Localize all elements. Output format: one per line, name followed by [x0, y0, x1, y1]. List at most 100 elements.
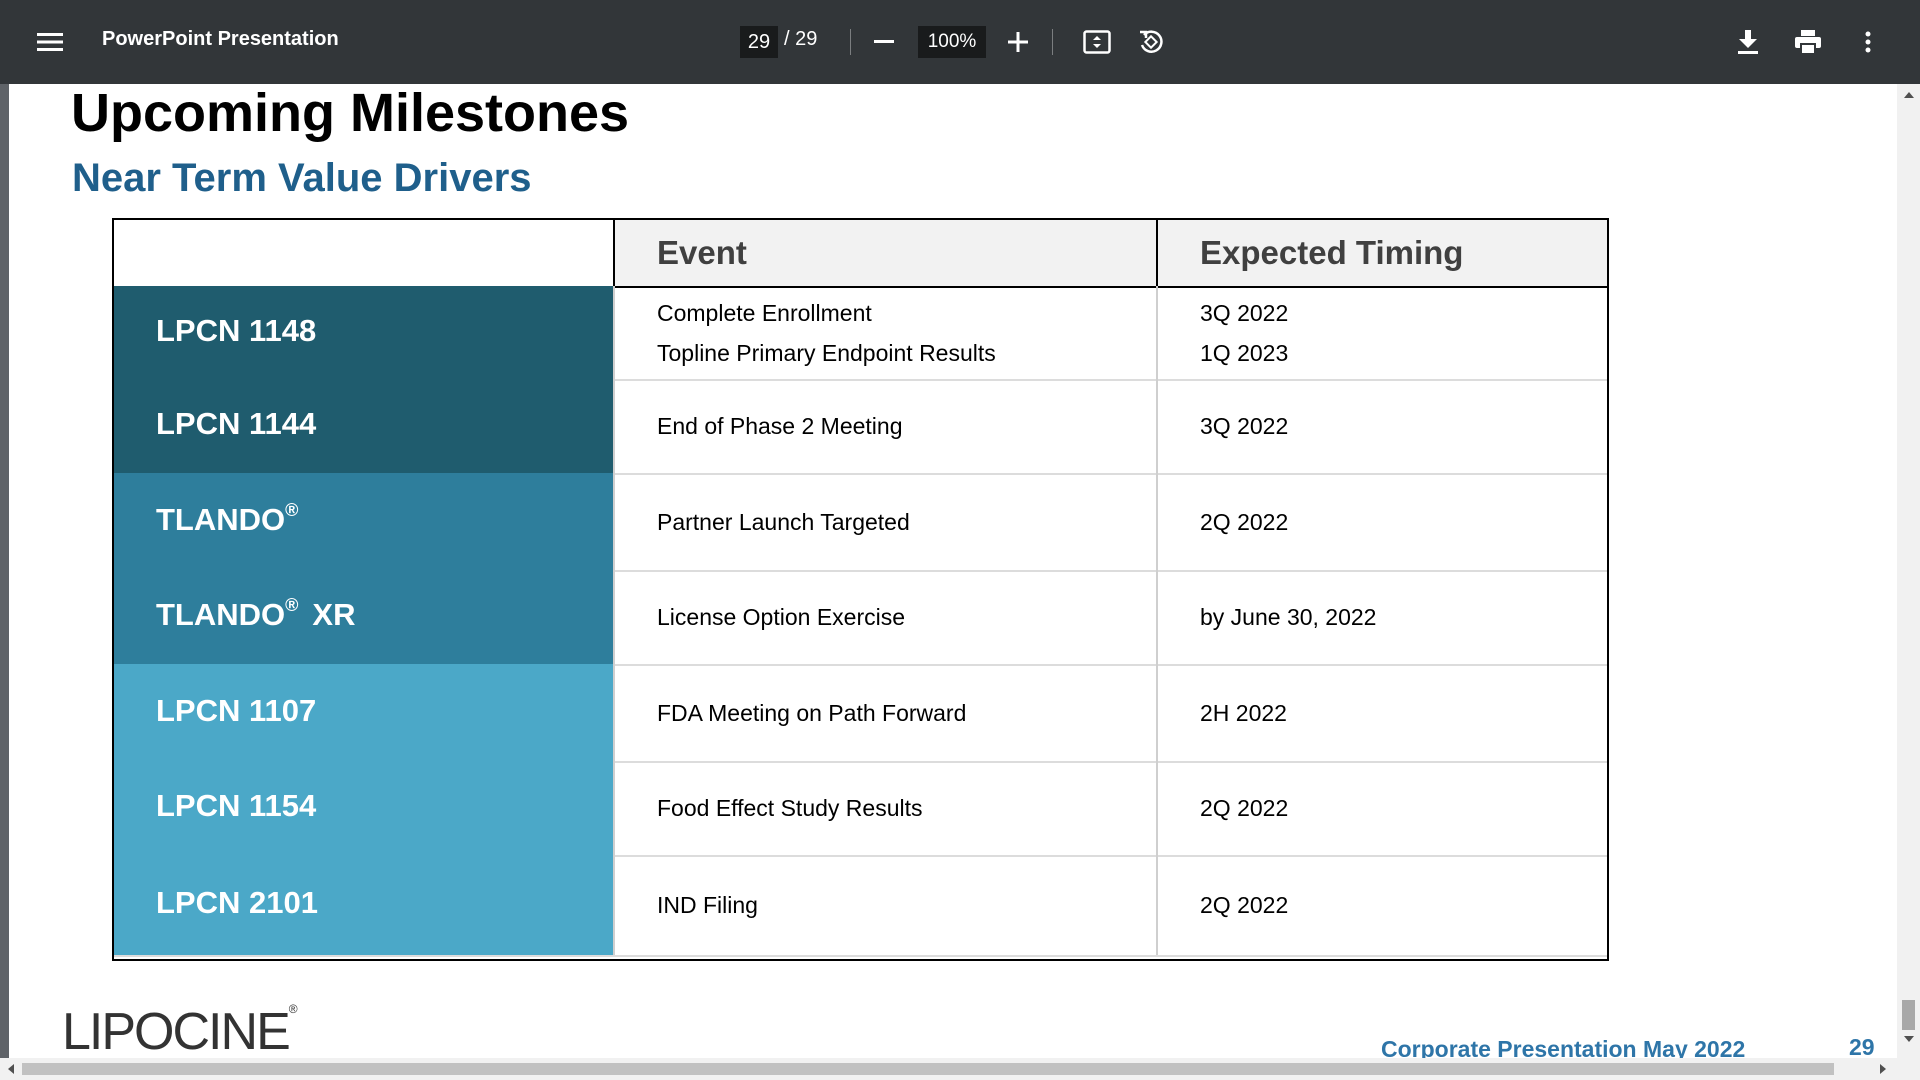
header-cell-blank — [114, 220, 613, 286]
product-name: TLANDO® XR — [156, 595, 356, 633]
slide-title: Upcoming Milestones — [71, 84, 630, 143]
table-row: LPCN 2101 IND Filing 2Q 2022 — [114, 855, 1607, 957]
product-name: LPCN 1144 — [156, 406, 316, 442]
product-name: TLANDO® — [156, 499, 299, 538]
timing-cell: 2H 2022 — [1156, 664, 1607, 761]
product-name: LPCN 1154 — [156, 788, 316, 824]
more-vertical-icon[interactable] — [1854, 28, 1882, 56]
timing-cell: 2Q 2022 — [1156, 855, 1607, 955]
product-name: LPCN 2101 — [156, 885, 318, 921]
page-number-input[interactable]: 29 — [740, 26, 778, 58]
product-label: LPCN 1144 — [156, 406, 317, 441]
timing-text: 3Q 2022 — [1200, 299, 1289, 326]
timing-text: 2H 2022 — [1200, 699, 1287, 726]
toolbar-divider — [1052, 29, 1053, 55]
scroll-up-arrow-icon[interactable] — [1904, 92, 1914, 98]
table-row: LPCN 1107 FDA Meeting on Path Forward 2H 2… — [114, 664, 1607, 763]
product-cell: TLANDO® XR — [114, 570, 613, 664]
registered-mark: ® — [285, 499, 299, 520]
event-text: Topline Primary Endpoint Results — [657, 339, 996, 366]
pdf-page: Upcoming Milestones Near Term Value Driv… — [9, 84, 1897, 1058]
download-icon[interactable] — [1734, 28, 1762, 56]
timing-text: by June 30, 2022 — [1200, 604, 1377, 630]
product-label: TLANDO — [156, 597, 286, 632]
event-cell: IND Filing — [613, 855, 1156, 955]
rotate-icon[interactable] — [1136, 27, 1166, 57]
event-text: Complete Enrollment — [657, 299, 872, 326]
product-cell: LPCN 1144 — [114, 379, 613, 473]
footer-text: Corporate Presentation May 2022 — [1381, 1036, 1746, 1058]
product-suffix: XR — [312, 597, 356, 632]
event-text: License Option Exercise — [657, 604, 906, 630]
table-row: LPCN 1144 End of Phase 2 Meeting 3Q 2022 — [114, 379, 1607, 475]
table-row: TLANDO® Partner Launch Targeted 2Q 2022 — [114, 473, 1607, 572]
logo-text: LIPOCIN — [62, 1003, 258, 1058]
zoom-level-input[interactable]: 100% — [918, 26, 986, 58]
slide-page-number: 29 — [1849, 1034, 1875, 1058]
fit-to-page-icon[interactable] — [1082, 28, 1112, 56]
toolbar-divider — [850, 29, 851, 55]
timing-cell: by June 30, 2022 — [1156, 570, 1607, 664]
plus-icon[interactable] — [1004, 28, 1032, 56]
timing-text: 2Q 2022 — [1200, 892, 1289, 918]
table-row: LPCN 1154 Food Effect Study Results 2Q 202… — [114, 761, 1607, 857]
product-label: LPCN 1154 — [156, 788, 317, 823]
print-icon[interactable] — [1793, 28, 1823, 56]
pdf-toolbar: PowerPoint Presentation 29 / 29 100% — [0, 0, 1920, 84]
table-row: TLANDO® XR License Option Exercise by June … — [114, 570, 1607, 666]
product-label: LPCN 1107 — [156, 692, 317, 728]
product-name: LPCN 1107 — [156, 693, 316, 729]
scroll-down-arrow-icon[interactable] — [1904, 1036, 1914, 1042]
event-cell: Complete Enrollment Topline Primary Endpo… — [613, 286, 1156, 379]
product-name: LPCN 1148 — [156, 313, 316, 349]
document-title: PowerPoint Presentation — [102, 28, 339, 50]
timing-text: 2Q 2022 — [1200, 508, 1289, 535]
product-label: LPCN 2101 — [156, 885, 318, 920]
timing-cell: 3Q 2022 — [1156, 379, 1607, 473]
company-logo: LIPOCINE® — [62, 1002, 298, 1058]
table-header-row: Event Expected Timing — [114, 220, 1607, 288]
event-text: End of Phase 2 Meeting — [657, 413, 903, 439]
milestones-table: Event Expected Timing LPCN 1148 Complete … — [112, 218, 1609, 961]
timing-text: 1Q 2023 — [1200, 339, 1289, 366]
timing-cell: 2Q 2022 — [1156, 761, 1607, 855]
vertical-scroll-thumb[interactable] — [1902, 1000, 1915, 1030]
page-count: / 29 — [784, 28, 818, 50]
horizontal-scrollbar[interactable] — [0, 1058, 1920, 1080]
header-cell-event: Event — [613, 220, 1156, 286]
product-cell: LPCN 2101 — [114, 855, 613, 955]
product-label: TLANDO — [156, 501, 286, 537]
hamburger-menu-icon[interactable] — [36, 28, 64, 56]
scroll-right-arrow-icon[interactable] — [1880, 1064, 1886, 1074]
header-timing-label: Expected Timing — [1200, 234, 1464, 271]
horizontal-scroll-thumb[interactable] — [22, 1063, 1834, 1075]
slide-subtitle: Near Term Value Drivers — [72, 156, 532, 200]
event-cell: Food Effect Study Results — [613, 761, 1156, 855]
header-cell-timing: Expected Timing — [1156, 220, 1607, 286]
vertical-scrollbar[interactable] — [1897, 84, 1920, 1058]
event-cell: End of Phase 2 Meeting — [613, 379, 1156, 473]
event-text: FDA Meeting on Path Forward — [657, 699, 967, 726]
registered-mark: ® — [285, 595, 299, 615]
event-text: Partner Launch Targeted — [657, 508, 910, 535]
logo-tail: E — [256, 1003, 291, 1058]
event-cell: Partner Launch Targeted — [613, 473, 1156, 570]
product-cell: LPCN 1154 — [114, 761, 613, 855]
header-event-label: Event — [657, 234, 747, 271]
event-text: Food Effect Study Results — [657, 795, 923, 821]
timing-cell: 2Q 2022 — [1156, 473, 1607, 570]
timing-text: 3Q 2022 — [1200, 413, 1289, 439]
minus-icon[interactable] — [870, 28, 898, 56]
logo-reg-mark: ® — [288, 1002, 298, 1016]
pdf-viewer-area: Upcoming Milestones Near Term Value Driv… — [0, 84, 1920, 1080]
event-cell: FDA Meeting on Path Forward — [613, 664, 1156, 761]
product-cell: TLANDO® — [114, 473, 613, 570]
product-cell: LPCN 1107 — [114, 664, 613, 761]
product-label: LPCN 1148 — [156, 312, 317, 348]
table-row: LPCN 1148 Complete Enrollment Topline Prim… — [114, 286, 1607, 381]
event-text: IND Filing — [657, 892, 758, 918]
event-cell: License Option Exercise — [613, 570, 1156, 664]
scroll-left-arrow-icon[interactable] — [8, 1064, 14, 1074]
product-cell: LPCN 1148 — [114, 286, 613, 379]
timing-cell: 3Q 2022 1Q 2023 — [1156, 286, 1607, 379]
